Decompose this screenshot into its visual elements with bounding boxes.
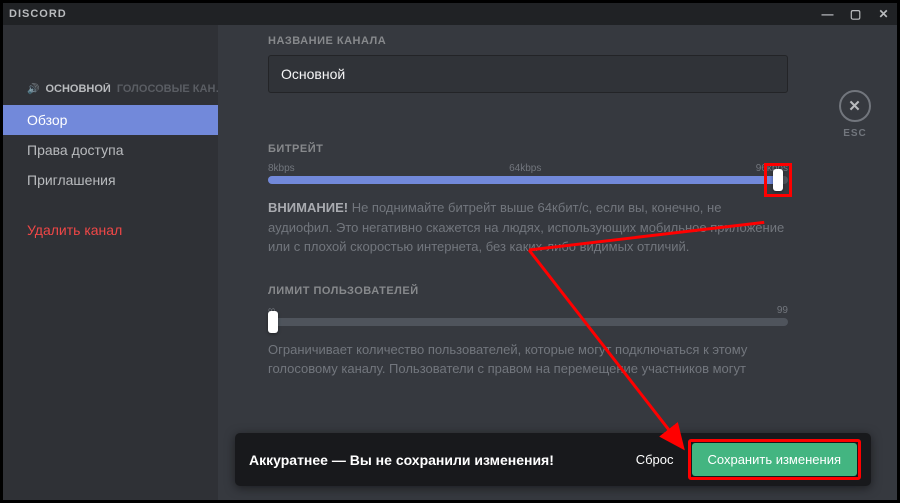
save-button[interactable]: Сохранить изменения [692, 443, 858, 476]
bitrate-slider[interactable] [268, 176, 788, 184]
slider-thumb[interactable] [268, 311, 278, 333]
sidebar-item-delete-channel[interactable]: Удалить канал [3, 215, 218, 245]
section-label: ЛИМИТ ПОЛЬЗОВАТЕЛЕЙ [268, 285, 863, 297]
sidebar-item-label: Приглашения [27, 172, 116, 188]
channel-name: ОСНОВНОЙ [45, 83, 110, 95]
tick-min: 8kbps [268, 163, 295, 174]
user-limit-slider[interactable] [268, 318, 788, 326]
window-controls: — ▢ ✕ [821, 7, 891, 21]
bitrate-section: БИТРЕЙТ 8kbps 64kbps 96kbps ВНИМАНИЕ! Не… [268, 143, 863, 257]
channel-name-section: НАЗВАНИЕ КАНАЛА [268, 35, 863, 93]
sidebar-item-permissions[interactable]: Права доступа [3, 135, 218, 165]
channel-type: ГОЛОСОВЫЕ КАН… [117, 83, 218, 95]
close-icon: ✕ [848, 97, 862, 115]
sidebar-item-label: Обзор [27, 112, 67, 128]
user-limit-help: Ограничивает количество пользователей, к… [268, 340, 788, 379]
slider-ticks: ∞ 99 [268, 305, 788, 316]
unsaved-message: Аккуратнее — Вы не сохранили изменения! [249, 452, 618, 468]
sidebar-item-overview[interactable]: Обзор [3, 105, 218, 135]
section-label: НАЗВАНИЕ КАНАЛА [268, 35, 863, 47]
user-limit-section: ЛИМИТ ПОЛЬЗОВАТЕЛЕЙ ∞ 99 Ограничивает ко… [268, 285, 863, 379]
sidebar-item-invites[interactable]: Приглашения [3, 165, 218, 195]
channel-breadcrumb: 🔊 ОСНОВНОЙ ГОЛОСОВЫЕ КАН… [3, 83, 218, 105]
sidebar-item-label: Права доступа [27, 142, 123, 158]
slider-thumb[interactable] [773, 169, 783, 191]
tick-mid: 64kbps [509, 163, 541, 174]
maximize-icon[interactable]: ▢ [849, 7, 863, 21]
esc-label: ESC [843, 128, 867, 139]
titlebar: DISCORD — ▢ ✕ [3, 3, 897, 25]
tick-max: 99 [777, 305, 788, 316]
unsaved-changes-bar: Аккуратнее — Вы не сохранили изменения! … [235, 433, 871, 486]
app-name: DISCORD [9, 8, 67, 20]
slider-ticks: 8kbps 64kbps 96kbps [268, 163, 788, 174]
close-settings[interactable]: ✕ ESC [839, 90, 871, 139]
save-button-label: Сохранить изменения [708, 452, 842, 467]
speaker-icon: 🔊 [27, 84, 39, 95]
channel-name-input[interactable] [268, 55, 788, 93]
sidebar-item-label: Удалить канал [27, 222, 122, 238]
section-label: БИТРЕЙТ [268, 143, 863, 155]
minimize-icon[interactable]: — [821, 7, 835, 21]
content: ✕ ESC НАЗВАНИЕ КАНАЛА БИТРЕЙТ 8kbps 64kb… [218, 25, 897, 500]
app-window: DISCORD — ▢ ✕ 🔊 ОСНОВНОЙ ГОЛОСОВЫЕ КАН… … [0, 0, 900, 503]
sidebar: 🔊 ОСНОВНОЙ ГОЛОСОВЫЕ КАН… Обзор Права до… [3, 25, 218, 500]
reset-button[interactable]: Сброс [636, 452, 674, 467]
bitrate-warning: ВНИМАНИЕ! Не поднимайте битрейт выше 64к… [268, 198, 788, 257]
close-window-icon[interactable]: ✕ [877, 7, 891, 21]
